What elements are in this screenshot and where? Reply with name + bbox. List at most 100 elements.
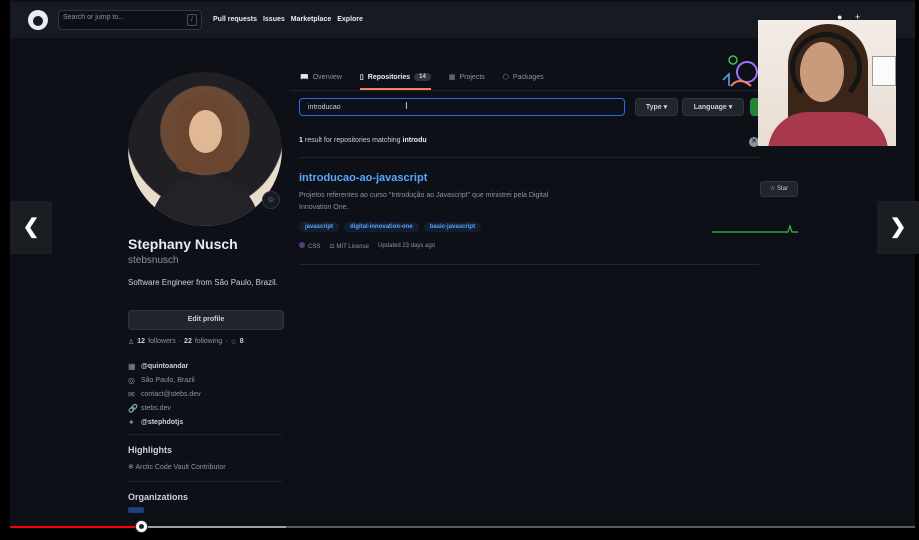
activity-sparkline [712, 224, 798, 233]
highlight-label: Arctic Code Vault Contributor [135, 464, 226, 471]
location-text: São Paulo, Brazil [141, 377, 195, 384]
topic-tag[interactable]: basic-javascript [423, 222, 482, 232]
tab-label: Overview [312, 73, 342, 81]
repo-name-link[interactable]: introducao-ao-javascript [299, 172, 427, 184]
repo-description: Projetos referentes ao curso "Introdução… [299, 192, 549, 211]
following-label[interactable]: following [195, 338, 222, 346]
mail-icon: ✉ [128, 390, 135, 399]
result-label: result for repositories matching [304, 137, 401, 144]
result-query: introdu [402, 137, 427, 144]
video-frame-right [915, 0, 919, 540]
repo-license: ⚖ MIT License [329, 243, 369, 250]
nav-explore[interactable]: Explore [337, 16, 363, 23]
tab-projects[interactable]: ▦ Projects [449, 66, 485, 88]
profile-avatar [128, 72, 282, 226]
next-arrow-icon[interactable]: ❯ [877, 201, 919, 254]
repo-divider [299, 264, 759, 265]
twitter-row: ✦ @stephdotjs [128, 416, 201, 430]
result-count: 1 [299, 137, 303, 144]
nav-issues[interactable]: Issues [263, 16, 285, 23]
header-nav: Pull requests Issues Marketplace Explore [213, 16, 363, 23]
nav-pull-requests[interactable]: Pull requests [213, 16, 257, 23]
sidebar-divider [128, 434, 282, 435]
search-result-summary: 1 result for repositories matching intro… [299, 137, 427, 144]
profile-tabs: 📖 Overview ▯ Repositories 14 ▦ Projects … [300, 66, 544, 90]
topic-tag[interactable]: digital-innovation-one [344, 222, 419, 232]
headphones-icon [790, 32, 862, 104]
video-buffer-bar [141, 526, 287, 528]
website-link[interactable]: stebs.dev [141, 402, 171, 416]
location-row: ◎ São Paulo, Brazil [128, 374, 201, 388]
video-played-bar [10, 526, 142, 528]
search-placeholder: Search or jump to... [63, 14, 125, 21]
email-row: ✉ contact@stebs.dev [128, 388, 201, 402]
repo-language: CSS [299, 242, 320, 250]
book-icon: 📖 [300, 74, 309, 81]
link-icon: 🔗 [128, 404, 138, 413]
twitter-link[interactable]: @stephdotjs [141, 416, 183, 430]
star-label: Star [777, 186, 789, 192]
tab-overview[interactable]: 📖 Overview [300, 66, 342, 88]
profile-details: ▦ @quintoandar ◎ São Paulo, Brazil ✉ contac… [128, 360, 201, 430]
website-row: 🔗 stebs.dev [128, 402, 201, 416]
previous-arrow-icon[interactable]: ❮ [10, 201, 52, 254]
star-button[interactable]: ☆ Star [760, 181, 798, 197]
text-cursor-icon: I [405, 101, 408, 112]
package-icon: ⬡ [502, 74, 509, 81]
repo-meta: CSS ⚖ MIT License Updated 23 days ago [299, 242, 435, 250]
github-logo-icon[interactable] [28, 10, 48, 30]
profile-full-name: Stephany Nusch [128, 236, 238, 252]
organization-avatar[interactable] [128, 507, 144, 513]
nav-marketplace[interactable]: Marketplace [291, 16, 331, 23]
company-row: ▦ @quintoandar [128, 360, 201, 374]
shelf-background [872, 56, 896, 86]
topic-tag[interactable]: javascript [299, 222, 340, 232]
presenter-shirt [768, 112, 888, 146]
organizations-title: Organizations [128, 492, 189, 502]
slash-shortcut-icon: / [187, 14, 197, 26]
organization-icon: ▦ [128, 362, 136, 371]
law-icon: ⚖ [329, 243, 335, 250]
tab-label: Packages [512, 73, 544, 81]
global-search-input[interactable]: Search or jump to... / [58, 10, 202, 30]
follow-stats: ♙ 12 followers · 22 following · ☆ 8 [128, 338, 244, 346]
star-icon: ☆ [769, 186, 776, 192]
tab-label: Projects [459, 73, 485, 81]
stars-count[interactable]: 8 [240, 338, 244, 346]
company-link[interactable]: @quintoandar [141, 360, 188, 374]
repo-icon: ▯ [359, 74, 364, 81]
type-filter-button[interactable]: Type ▾ [635, 98, 678, 116]
followers-label[interactable]: followers [148, 338, 176, 346]
tabs-divider [290, 90, 760, 91]
license-label: MIT License [336, 243, 369, 250]
location-icon: ◎ [128, 376, 135, 385]
following-count[interactable]: 22 [184, 338, 192, 346]
snowflake-icon: ❄ [128, 464, 134, 471]
smiley-status-icon[interactable]: ☺ [262, 191, 280, 209]
highlight-arctic-vault: ❄ Arctic Code Vault Contributor [128, 463, 226, 471]
email-link[interactable]: contact@stebs.dev [141, 388, 201, 402]
star-icon: ☆ [230, 339, 237, 346]
sidebar-divider [128, 481, 282, 482]
webcam-overlay [758, 20, 896, 146]
edit-profile-button[interactable]: Edit profile [128, 310, 284, 330]
people-icon: ♙ [128, 339, 135, 346]
tab-label: Repositories [367, 73, 411, 81]
dot-separator: · [178, 338, 182, 345]
followers-count[interactable]: 12 [137, 338, 145, 346]
language-color-dot [299, 242, 305, 248]
highlights-title: Highlights [128, 445, 172, 455]
language-label: CSS [308, 244, 321, 250]
video-frame-left [0, 0, 10, 540]
project-icon: ▦ [448, 74, 456, 81]
repo-topics: javascript digital-innovation-one basic-… [299, 222, 482, 232]
tab-packages[interactable]: ⬡ Packages [503, 66, 544, 88]
repo-count-badge: 14 [414, 73, 431, 81]
language-filter-button[interactable]: Language ▾ [682, 98, 744, 116]
find-repository-input[interactable]: introducao [299, 98, 625, 116]
results-divider [299, 157, 759, 158]
tab-repositories[interactable]: ▯ Repositories 14 [359, 66, 431, 90]
profile-username: stebsnusch [128, 255, 179, 266]
twitter-icon: ✦ [128, 418, 135, 427]
profile-bio: Software Engineer from São Paulo, Brazil… [128, 278, 278, 287]
